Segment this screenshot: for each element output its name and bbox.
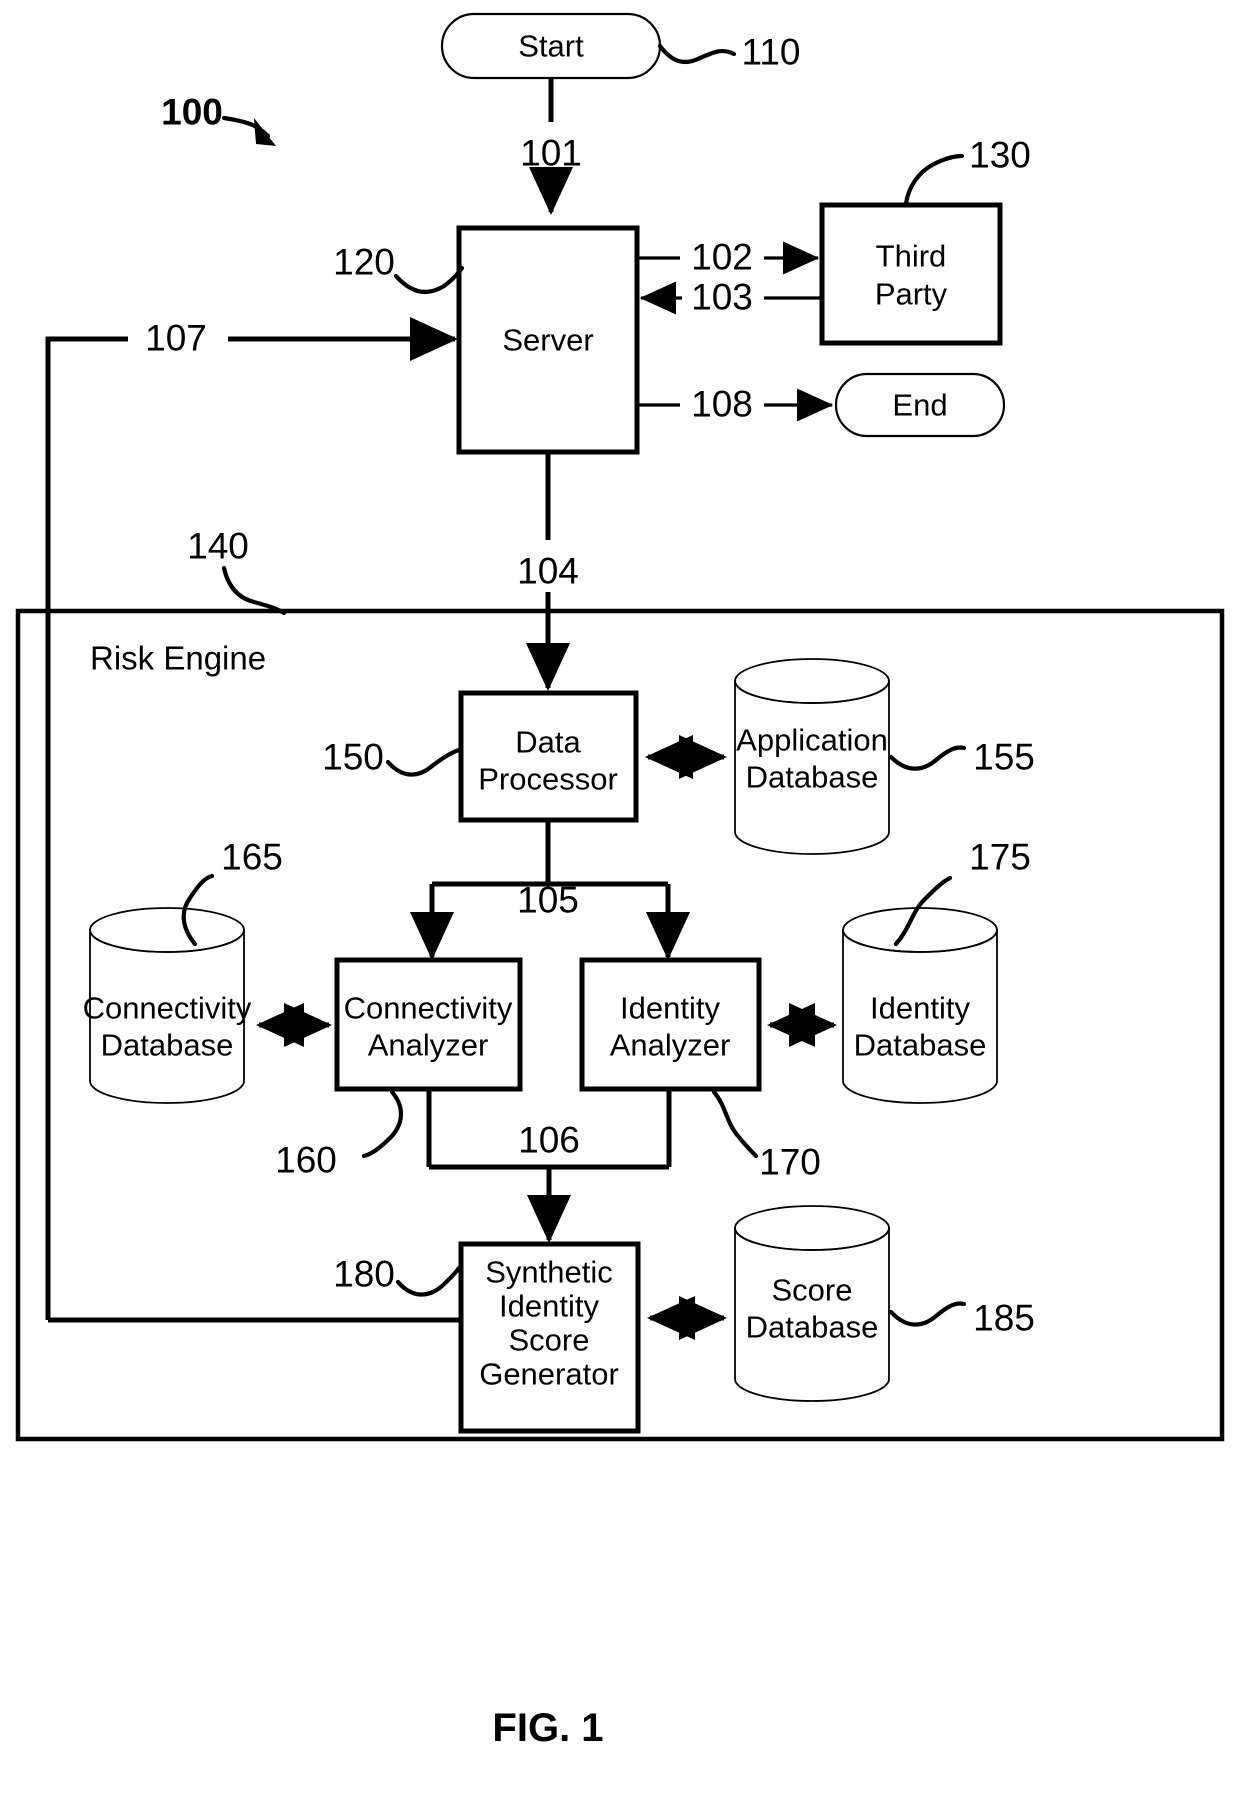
identity-analyzer-label-line2: Analyzer: [610, 1028, 731, 1063]
start-label: Start: [518, 29, 584, 64]
ref-110-number: 110: [742, 32, 801, 73]
third-party-label-line2: Party: [875, 277, 948, 312]
node-server: Server: [456, 225, 640, 455]
flowchart-canvas: 100 Start 110 101 Server 120 Third Party…: [15, 12, 1225, 1750]
flow-106: 106: [426, 1089, 672, 1243]
flow-104: 104: [517, 452, 579, 691]
ref-140-number: 140: [187, 526, 249, 567]
ref-130-leader: [903, 153, 965, 207]
score-database-label-line2: Database: [746, 1310, 879, 1345]
node-end: End: [834, 372, 1006, 438]
third-party-shape: [819, 202, 1003, 346]
system-ref-arrowhead: [254, 118, 276, 146]
ref-160-number: 160: [275, 1140, 337, 1181]
identity-database-label-line2: Database: [854, 1028, 987, 1063]
identity-analyzer-label-line1: Identity: [620, 991, 720, 1026]
reference-150: 150: [322, 737, 462, 778]
connectivity-analyzer-label-line2: Analyzer: [368, 1028, 489, 1063]
reference-160: 160: [275, 1089, 404, 1181]
synthetic-score-generator-label-line2: Identity: [499, 1289, 599, 1324]
node-start: Start: [440, 12, 662, 80]
data-processor-label-line1: Data: [515, 725, 581, 760]
reference-140: 140: [187, 526, 287, 616]
identity-database-label-line1: Identity: [870, 991, 970, 1026]
flow-101-label: 101: [520, 133, 582, 174]
flow-103: 103: [639, 277, 822, 318]
ref-150-number: 150: [322, 737, 384, 778]
third-party-label-line1: Third: [876, 239, 947, 274]
ref-110-leader: [657, 43, 737, 65]
ref-180-number: 180: [333, 1254, 395, 1295]
reference-120: 120: [333, 242, 465, 295]
synthetic-score-generator-label-line1: Synthetic: [485, 1255, 613, 1290]
reference-185: 185: [888, 1298, 1035, 1339]
flow-107-path-left: [45, 336, 112, 1320]
ref-170-number: 170: [759, 1142, 821, 1183]
connectivity-database-label-line2: Database: [101, 1028, 234, 1063]
ref-170-leader: [711, 1089, 759, 1159]
node-application-database: Application Database: [734, 658, 890, 855]
ref-160-leader: [361, 1089, 404, 1159]
end-label: End: [892, 388, 947, 423]
ref-155-leader: [888, 745, 967, 771]
data-processor-label-line2: Processor: [478, 762, 618, 797]
flow-105: 105: [410, 820, 690, 960]
ref-185-number: 185: [973, 1298, 1035, 1339]
reference-180: 180: [333, 1254, 462, 1297]
system-reference-100: 100: [161, 92, 276, 146]
flow-101: 101: [520, 78, 582, 215]
system-ref-number: 100: [161, 92, 223, 133]
flow-107: 107: [45, 317, 458, 1320]
flow-107-label: 107: [145, 318, 207, 359]
node-identity-analyzer: Identity Analyzer: [579, 957, 762, 1092]
ref-120-number: 120: [333, 242, 395, 283]
node-synthetic-score-generator: Synthetic Identity Score Generator: [458, 1241, 641, 1434]
application-database-label-line2: Database: [746, 760, 879, 795]
flow-108-label: 108: [691, 384, 753, 425]
reference-155: 155: [888, 737, 1035, 778]
ref-140-leader: [221, 565, 287, 616]
reference-130: 130: [903, 135, 1031, 207]
ref-180-leader: [395, 1265, 462, 1297]
ref-120-leader: [393, 265, 465, 295]
flow-104-label: 104: [517, 551, 579, 592]
reference-170: 170: [711, 1089, 821, 1183]
node-data-processor: Data Processor: [458, 690, 639, 823]
ref-165-number: 165: [221, 837, 283, 878]
flow-105-label: 105: [517, 880, 579, 921]
server-label: Server: [502, 323, 593, 358]
synthetic-score-generator-label-line4: Generator: [479, 1357, 619, 1392]
connectivity-analyzer-label-line1: Connectivity: [344, 991, 513, 1026]
application-database-label-line1: Application: [736, 723, 888, 758]
ref-185-leader: [888, 1301, 967, 1327]
figure-caption: FIG. 1: [492, 1706, 603, 1750]
flow-108: 108: [637, 384, 834, 425]
node-connectivity-analyzer: Connectivity Analyzer: [334, 957, 523, 1092]
reference-110: 110: [657, 32, 801, 73]
node-score-database: Score Database: [734, 1205, 890, 1402]
node-connectivity-database: Connectivity Database: [83, 907, 252, 1104]
ref-130-number: 130: [969, 135, 1031, 176]
flow-102-label: 102: [691, 237, 753, 278]
ref-155-number: 155: [973, 737, 1035, 778]
node-third-party: Third Party: [819, 202, 1003, 346]
score-database-label-line1: Score: [772, 1273, 853, 1308]
connectivity-database-label-line1: Connectivity: [83, 991, 252, 1026]
flow-103-label: 103: [691, 277, 753, 318]
synthetic-score-generator-label-line3: Score: [509, 1323, 590, 1358]
flow-102: 102: [637, 237, 820, 278]
flow-106-label: 106: [518, 1120, 580, 1161]
node-identity-database: Identity Database: [842, 907, 998, 1104]
ref-175-number: 175: [969, 837, 1031, 878]
patent-figure: 100 Start 110 101 Server 120 Third Party…: [0, 0, 1240, 1805]
risk-engine-label: Risk Engine: [90, 640, 266, 677]
ref-150-leader: [385, 747, 462, 777]
